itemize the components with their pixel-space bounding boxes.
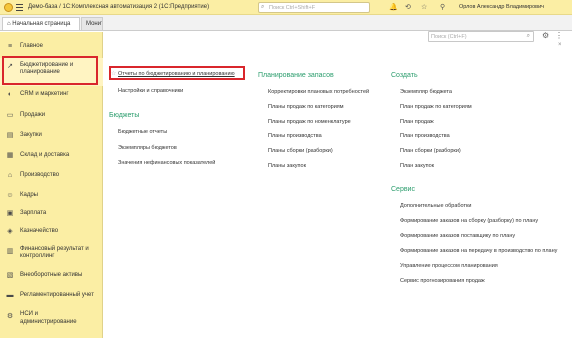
link-service[interactable]: Сервис прогнозирования продаж <box>400 278 485 284</box>
sidebar-item-label: Казначейство <box>20 228 59 234</box>
sidebar-item-label: НСИ и <box>20 311 38 317</box>
user-icon[interactable]: ⚲ <box>440 3 445 11</box>
sidebar-item-label: Продажи <box>20 112 46 118</box>
link-planning[interactable]: Планы продаж по номенклатуре <box>268 119 351 125</box>
sidebar-item-label: Зарплата <box>20 210 47 216</box>
link-create[interactable]: План сборки (разборки) <box>400 148 461 154</box>
link-service[interactable]: Формирование заказов на сборку (разборку… <box>400 218 538 224</box>
link-highlight-frame <box>109 66 245 80</box>
global-search-placeholder: Поиск Ctrl+Shift+F <box>269 5 316 11</box>
sidebar-item-label: Финансовый результат и <box>20 246 89 252</box>
window-title: Демо-база / 1С:Комплексная автоматизация… <box>28 4 210 10</box>
main-menu-icon[interactable] <box>16 4 23 11</box>
tab-home-label: Начальная страница <box>12 21 71 27</box>
app-logo <box>4 3 13 12</box>
tab-home[interactable]: ⌂ Начальная страница <box>2 17 80 30</box>
sidebar-item-label: Склад и доставка <box>20 152 70 158</box>
section-title-service: Сервис <box>391 186 415 193</box>
more-icon[interactable]: ⋮ <box>555 31 563 40</box>
link-budget[interactable]: Значения нефинансовых показателей <box>118 160 215 166</box>
link-planning[interactable]: Корректировки плановых потребностей <box>268 89 369 95</box>
link-settings-catalogs[interactable]: Настройки и справочники <box>118 88 183 94</box>
link-service[interactable]: Управление процессом планирования <box>400 263 498 269</box>
sidebar-item-label: Внеоборотные активы <box>20 272 83 278</box>
search-icon: ⌕ <box>526 33 530 39</box>
link-service[interactable]: Формирование заказов поставщику по плану <box>400 233 515 239</box>
title-bar: Демо-база / 1С:Комплексная автоматизация… <box>0 0 572 15</box>
sidebar-highlight-frame <box>2 56 98 85</box>
section-search-placeholder: Поиск (Ctrl+F) <box>431 34 467 40</box>
link-planning[interactable]: Планы продаж по категориям <box>268 104 344 110</box>
link-create[interactable]: План продаж <box>400 119 434 125</box>
purchases-icon: ▤ <box>6 132 14 139</box>
link-planning[interactable]: Планы сборки (разборки) <box>268 148 333 154</box>
link-planning[interactable]: Планы производства <box>268 133 322 139</box>
sidebar-item-label-line2: контроллинг <box>20 253 55 259</box>
link-create[interactable]: Экземпляр бюджета <box>400 89 452 95</box>
global-search-input[interactable]: ⌕ Поиск Ctrl+Shift+F <box>258 2 370 13</box>
sales-icon: ▭ <box>6 112 14 119</box>
sidebar-item-label: Кадры <box>20 192 38 198</box>
sidebar-item-label: Главное <box>20 43 43 49</box>
gear-icon[interactable]: ⚙ <box>542 31 549 40</box>
link-create[interactable]: План производства <box>400 133 450 139</box>
link-service[interactable]: Формирование заказов на передачу в произ… <box>400 248 557 254</box>
section-title-inventory-planning: Планирование запасов <box>258 72 334 79</box>
link-create[interactable]: План закупок <box>400 163 434 169</box>
salary-icon: ▣ <box>6 210 14 217</box>
link-service[interactable]: Дополнительные обработки <box>400 203 471 209</box>
link-budget[interactable]: Экземпляры бюджетов <box>118 145 177 151</box>
factory-icon: ⌂ <box>7 172 13 179</box>
people-icon: ☺ <box>6 192 14 199</box>
treasury-icon: ◈ <box>7 228 13 235</box>
link-budget[interactable]: Бюджетные отчеты <box>118 129 167 135</box>
sidebar-item-label: Закупки <box>20 132 42 138</box>
user-name[interactable]: Орлов Александр Владимирович <box>459 4 544 10</box>
crm-icon: ◐ <box>7 91 13 98</box>
sidebar-item-label: CRM и маркетинг <box>20 91 69 97</box>
sidebar-item-label: Производство <box>20 172 60 178</box>
star-icon[interactable]: ☆ <box>421 3 427 11</box>
assets-icon: ▧ <box>6 272 14 279</box>
accounting-icon: ▬ <box>6 292 14 299</box>
finance-icon: ▥ <box>6 248 14 255</box>
history-icon[interactable]: ⟲ <box>405 3 411 11</box>
section-title-create: Создать <box>391 72 418 79</box>
link-create[interactable]: План продаж по категориям <box>400 104 472 110</box>
warehouse-icon: ▦ <box>6 152 14 159</box>
section-search-input[interactable]: Поиск (Ctrl+F) ⌕ <box>428 31 534 42</box>
link-planning[interactable]: Планы закупок <box>268 163 306 169</box>
section-title-budgets: Бюджеты <box>109 112 140 119</box>
close-icon[interactable]: × <box>558 42 562 48</box>
settings-icon: ⚙ <box>6 313 14 320</box>
bell-icon[interactable]: 🔔 <box>389 3 398 11</box>
menu-icon: ≡ <box>7 43 13 50</box>
sidebar-item-label: Регламентированный учет <box>20 292 94 298</box>
search-icon: ⌕ <box>261 4 265 10</box>
tab-monitor[interactable]: Монит <box>81 17 103 30</box>
sidebar-item-label-line2: администрирование <box>20 319 77 325</box>
tab-bar: ⌂ Начальная страница Монит <box>0 15 572 31</box>
